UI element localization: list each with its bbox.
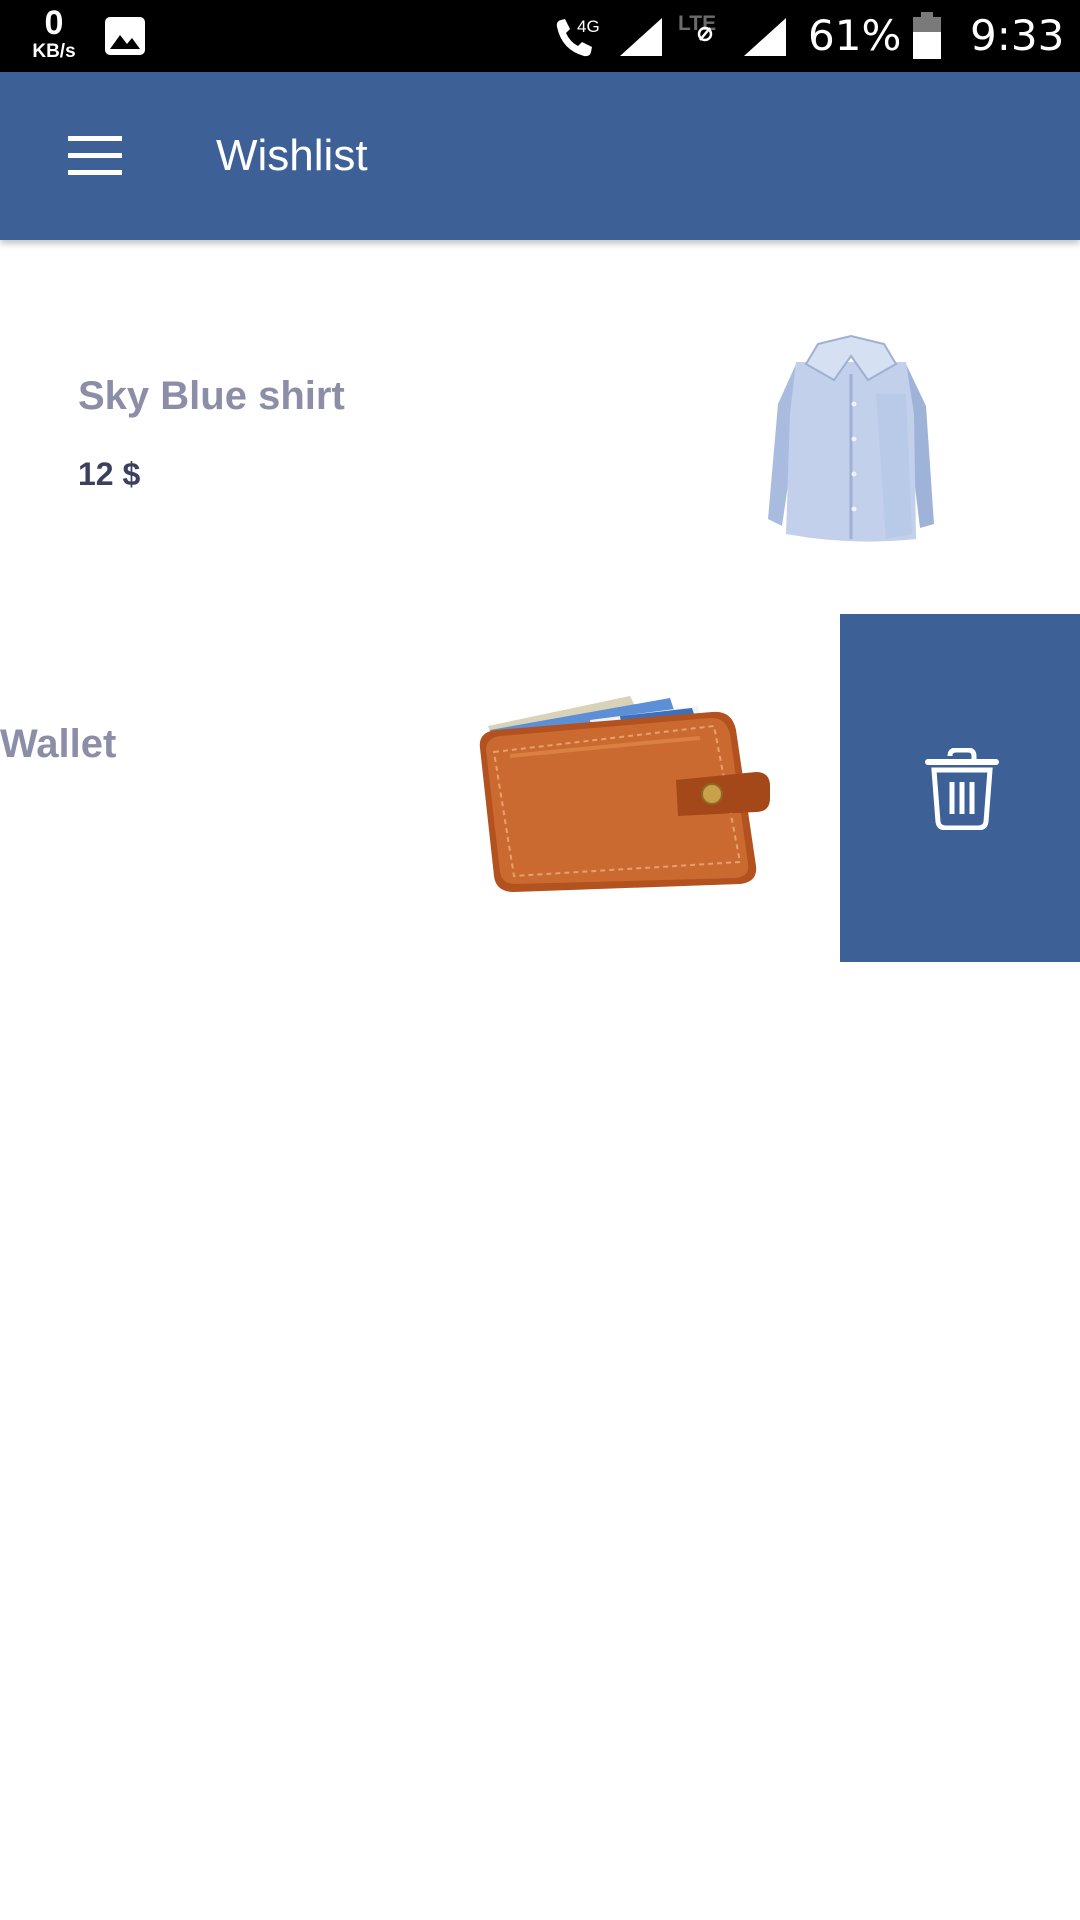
item-price: 12 $ — [78, 456, 141, 492]
call-4g-icon: 4G — [556, 17, 600, 57]
network-speed-indicator: 0 KB/s — [24, 6, 84, 61]
signal-icon — [620, 18, 662, 56]
app-bar: Wishlist — [0, 72, 1080, 240]
item-name: Wallet — [0, 722, 117, 766]
shirt-image — [768, 334, 934, 542]
clock: 9:33 — [970, 11, 1065, 60]
page-title: Wishlist — [216, 131, 368, 180]
battery-icon — [913, 12, 941, 59]
trash-icon — [925, 748, 999, 830]
network-speed-unit: KB/s — [32, 41, 76, 62]
wishlist-item[interactable]: Sky Blue shirt 12 $ — [0, 266, 1080, 614]
delete-button[interactable] — [840, 614, 1080, 962]
hamburger-menu-icon[interactable] — [52, 126, 136, 186]
network-speed-value: 0 — [44, 4, 64, 42]
gallery-icon — [105, 17, 145, 55]
wishlist-item[interactable]: Wallet — [0, 614, 1080, 962]
status-bar: 0 KB/s 4G LTE 61% 9:33 — [0, 0, 1080, 72]
wallet-image — [479, 696, 770, 892]
network-type-label: 4G — [577, 17, 600, 36]
battery-percentage: 61% — [808, 11, 902, 60]
signal-icon — [744, 18, 786, 56]
lte-icon: LTE — [678, 12, 716, 42]
item-name: Sky Blue shirt — [78, 374, 345, 418]
